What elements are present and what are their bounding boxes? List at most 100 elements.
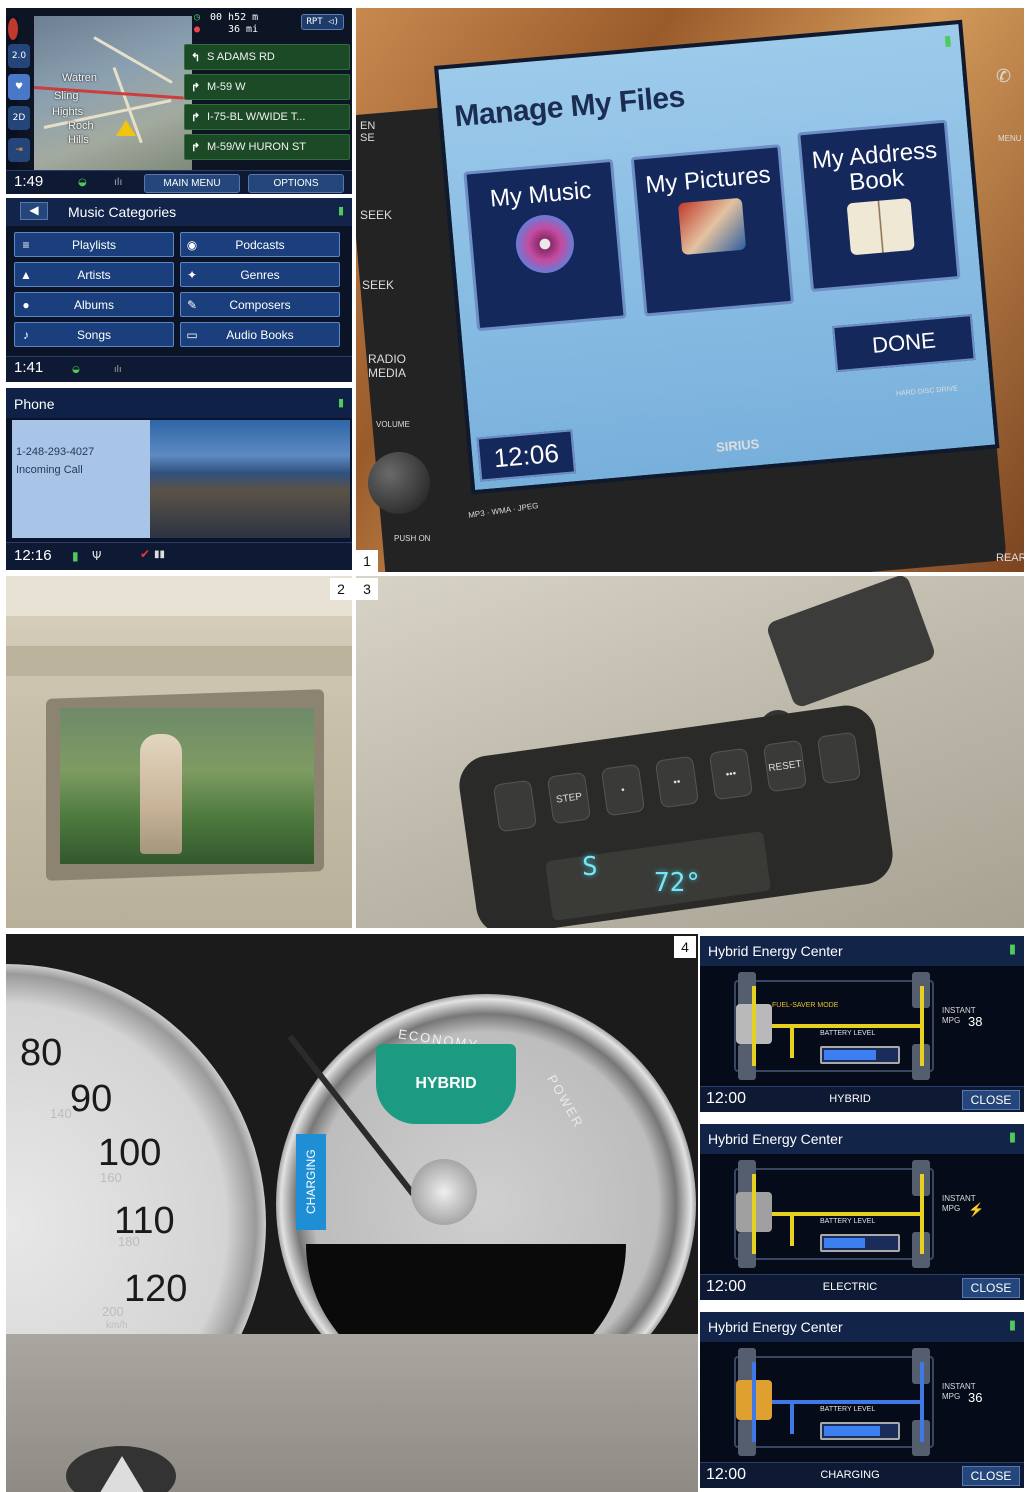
phone-icon[interactable]: ✆ xyxy=(996,66,1011,87)
main-menu-button[interactable]: MAIN MENU xyxy=(144,174,240,193)
instrument-cluster-photo: 80 90 100 110 120 140 160 180 200 km/h E… xyxy=(6,934,698,1492)
clock: 1:49 xyxy=(14,173,44,190)
caller-photo xyxy=(150,420,350,538)
battery-level-gauge xyxy=(820,1046,900,1064)
antenna-icon: ılı xyxy=(114,365,122,375)
battery-level-label: BATTERY LEVEL xyxy=(820,1030,876,1037)
my-address-book-button[interactable]: My Address Book xyxy=(797,119,961,292)
speed-label: 120 xyxy=(124,1268,188,1310)
my-music-button[interactable]: My Music xyxy=(463,158,627,332)
zoom-button[interactable]: 2.0 xyxy=(8,44,30,68)
console-button[interactable]: • xyxy=(600,763,646,817)
close-button[interactable]: CLOSE xyxy=(962,1090,1020,1110)
turn-item[interactable]: ↱ I-75-BL W/WIDE T... xyxy=(184,104,350,130)
photo-icon xyxy=(677,197,747,256)
console-button[interactable] xyxy=(816,731,862,785)
seek-up-button[interactable]: SEEK xyxy=(360,208,392,222)
power-flow-line xyxy=(790,1028,794,1058)
instant-mpg-value: ⚡ xyxy=(968,1202,985,1217)
turn-label: I-75-BL W/WIDE T... xyxy=(207,111,306,123)
signal-icon: ◒ xyxy=(78,177,87,188)
map-view[interactable]: Watren Sling Hights Roch Hills xyxy=(33,16,192,170)
sunroof-switch[interactable] xyxy=(765,576,937,709)
tile-label: My Music xyxy=(488,176,593,213)
console-button[interactable]: •• xyxy=(654,755,700,809)
music-disc-icon xyxy=(513,212,577,276)
speed-label: 80 xyxy=(20,1032,63,1074)
signal-strength-icon: ▮ xyxy=(943,32,953,50)
compass-icon[interactable] xyxy=(8,18,18,40)
battery-level-label: BATTERY LEVEL xyxy=(820,1218,876,1225)
antenna-icon: Ψ xyxy=(92,549,102,563)
category-composers-button[interactable]: ✎ Composers xyxy=(180,292,340,317)
my-pictures-button[interactable]: My Pictures xyxy=(630,144,795,317)
manage-files-screen: Manage My Files ▮ My Music My Pictures M… xyxy=(434,19,1000,495)
phone-status-icon: ▮▮ xyxy=(154,549,166,560)
phone-status-bar: 12:16 ▮ Ψ ✔ ▮▮ xyxy=(6,542,352,570)
hybrid-energy-center-screen: Hybrid Energy Center ▮ BATTERY LEVEL INS… xyxy=(700,1312,1024,1488)
hybrid-energy-center-screen: Hybrid Energy Center ▮ FUEL-SAVER MODE B… xyxy=(700,936,1024,1112)
menu-button[interactable]: MENU xyxy=(998,134,1022,143)
repeat-button[interactable]: RPT ◁) xyxy=(301,14,344,30)
turn-item[interactable]: ↱ M-59 W xyxy=(184,74,350,100)
power-flow-line xyxy=(752,1174,756,1254)
options-button[interactable]: OPTIONS xyxy=(248,174,344,193)
caller-number: 1-248-293-4027 xyxy=(16,446,95,458)
category-label: Composers xyxy=(229,297,291,312)
dvd-video xyxy=(60,708,314,864)
figure-label: 4 xyxy=(674,936,696,958)
route-icon[interactable]: ⇥ xyxy=(8,138,30,162)
turn-item[interactable]: ↱ M-59/W HURON ST xyxy=(184,134,350,160)
power-flow-line xyxy=(752,1362,756,1442)
close-button[interactable]: CLOSE xyxy=(962,1278,1020,1298)
clock: 12:00 xyxy=(706,1466,747,1483)
console-button[interactable]: STEP xyxy=(546,771,592,825)
power-flow-line xyxy=(772,1024,924,1028)
navigation-screen: 2.0 ♥ 2D ⇥ Watren Sling Hights Roch Hill… xyxy=(6,8,352,194)
unit-label: km/h xyxy=(106,1320,128,1331)
drive-mode: ELECTRIC xyxy=(822,1281,878,1293)
hybrid-status-bar: 12:00 ELECTRIC CLOSE xyxy=(700,1274,1024,1300)
turn-left-icon: ↰ xyxy=(191,51,201,64)
turn-right-icon: ↱ xyxy=(191,111,201,124)
view-2d-button[interactable]: 2D xyxy=(8,106,30,130)
kmh-label: 140 xyxy=(50,1106,72,1121)
category-albums-button[interactable]: ● Albums xyxy=(14,292,174,317)
heart-icon[interactable]: ♥ xyxy=(8,74,30,100)
radio-media-button[interactable]: RADIO MEDIA xyxy=(368,352,406,380)
volume-label: VOLUME xyxy=(376,420,410,429)
volume-knob[interactable] xyxy=(368,452,430,514)
console-button[interactable]: ••• xyxy=(708,747,754,801)
console-button[interactable] xyxy=(492,779,538,833)
close-button[interactable]: CLOSE xyxy=(962,1466,1020,1486)
power-flow-line xyxy=(920,1174,924,1254)
overhead-dvd-photo xyxy=(6,576,352,928)
rear-button[interactable]: REAR xyxy=(996,552,1024,564)
battery-icon: ▮ xyxy=(72,549,79,563)
map-town-label: Sling xyxy=(54,90,79,102)
map-town-label: Hills xyxy=(68,134,89,146)
category-genres-button[interactable]: ✦ Genres xyxy=(180,262,340,287)
signal-strength-icon: ▮ xyxy=(337,396,344,409)
temperature: 72° xyxy=(654,868,701,898)
turn-item[interactable]: ↰ S ADAMS RD xyxy=(184,44,350,70)
done-button[interactable]: DONE xyxy=(832,314,976,373)
address-book-icon xyxy=(846,198,915,256)
category-audio-books-button[interactable]: ▭ Audio Books xyxy=(180,322,340,347)
hybrid-header: Hybrid Energy Center ▮ xyxy=(700,1312,1024,1342)
console-button[interactable]: RESET xyxy=(762,739,808,793)
map-town-label: Watren xyxy=(62,72,98,84)
battery-level-gauge xyxy=(820,1422,900,1440)
category-artists-button[interactable]: ▲ Artists xyxy=(14,262,174,287)
instant-mpg-value: 36 xyxy=(968,1390,983,1405)
category-label: Genres xyxy=(240,267,280,282)
category-podcasts-button[interactable]: ◉ Podcasts xyxy=(180,232,340,257)
category-label: Audio Books xyxy=(226,327,294,342)
back-arrow-icon[interactable]: ◀ xyxy=(20,202,48,220)
hybrid-header: Hybrid Energy Center ▮ xyxy=(700,936,1024,966)
category-playlists-button[interactable]: ≡ Playlists xyxy=(14,232,174,257)
category-songs-button[interactable]: ♪ Songs xyxy=(14,322,174,347)
category-label: Podcasts xyxy=(235,237,285,252)
seek-down-button[interactable]: SEEK xyxy=(362,278,394,292)
phone-screen: Phone ▮ 1-248-293-4027 Incoming Call 12:… xyxy=(6,388,352,570)
